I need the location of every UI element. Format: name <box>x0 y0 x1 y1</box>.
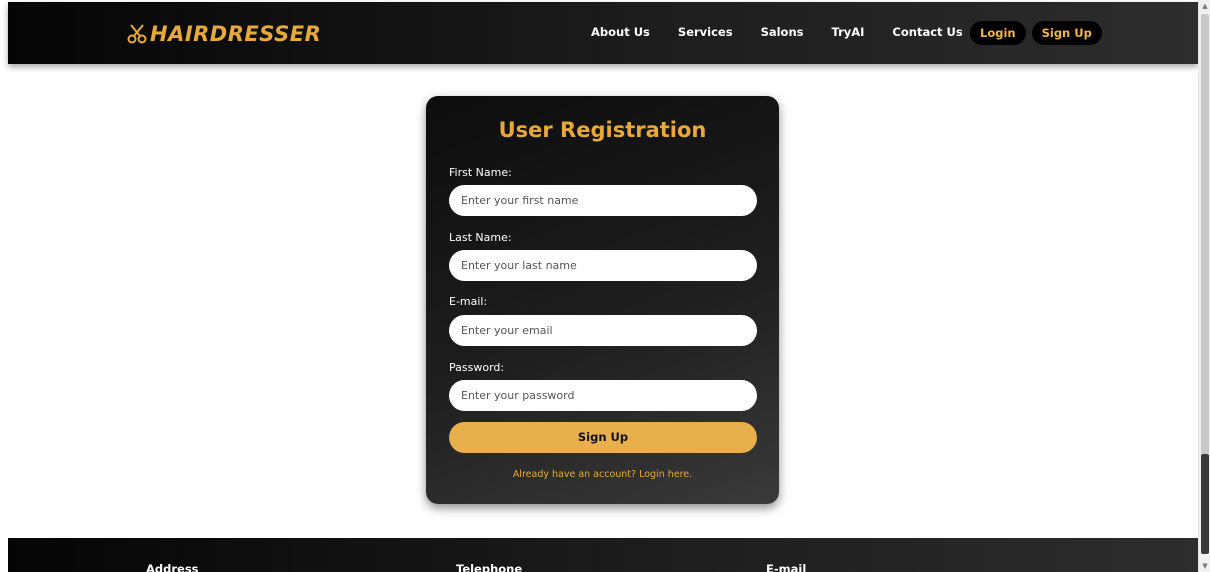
signup-submit-button[interactable]: Sign Up <box>449 422 757 453</box>
login-button[interactable]: Login <box>970 21 1026 45</box>
nav-links: About Us Services Salons TryAI Contact U… <box>591 25 991 39</box>
registration-card: User Registration First Name: Last Name:… <box>426 96 779 504</box>
logo[interactable]: HAIRDRESSER <box>126 21 321 47</box>
password-input[interactable] <box>449 380 757 411</box>
nav-about-us[interactable]: About Us <box>591 25 650 39</box>
first-name-input[interactable] <box>449 185 757 216</box>
scroll-down-icon[interactable]: ▼ <box>1199 560 1210 572</box>
auth-buttons: Login Sign Up <box>970 21 1102 45</box>
nav-contact-us[interactable]: Contact Us <box>892 25 962 39</box>
email-input[interactable] <box>449 315 757 346</box>
signup-button[interactable]: Sign Up <box>1031 21 1102 45</box>
email-label: E-mail: <box>449 295 488 308</box>
footer-address-heading: Address <box>146 562 199 572</box>
footer-telephone-heading: Telephone <box>456 562 523 572</box>
password-label: Password: <box>449 361 505 374</box>
logo-text: HAIRDRESSER <box>150 22 322 46</box>
navbar: HAIRDRESSER About Us Services Salons Try… <box>8 2 1198 64</box>
nav-tryai[interactable]: TryAI <box>831 25 864 39</box>
scissors-icon <box>126 23 148 45</box>
scroll-track-lower <box>1201 454 1209 554</box>
footer: Address Telephone E-mail <box>8 538 1198 572</box>
nav-salons[interactable]: Salons <box>761 25 804 39</box>
footer-email-heading: E-mail <box>766 562 807 572</box>
first-name-label: First Name: <box>449 166 512 179</box>
login-link[interactable]: Already have an account? Login here. <box>426 469 779 480</box>
page: HAIRDRESSER About Us Services Salons Try… <box>0 0 1198 572</box>
scroll-thumb[interactable] <box>1201 14 1209 454</box>
last-name-input[interactable] <box>449 250 757 281</box>
page-scrollbar[interactable]: ▲ ▼ <box>1198 0 1210 572</box>
form-title: User Registration <box>498 118 707 142</box>
scroll-up-icon[interactable]: ▲ <box>1199 0 1210 12</box>
last-name-label: Last Name: <box>449 231 512 244</box>
nav-services[interactable]: Services <box>678 25 733 39</box>
